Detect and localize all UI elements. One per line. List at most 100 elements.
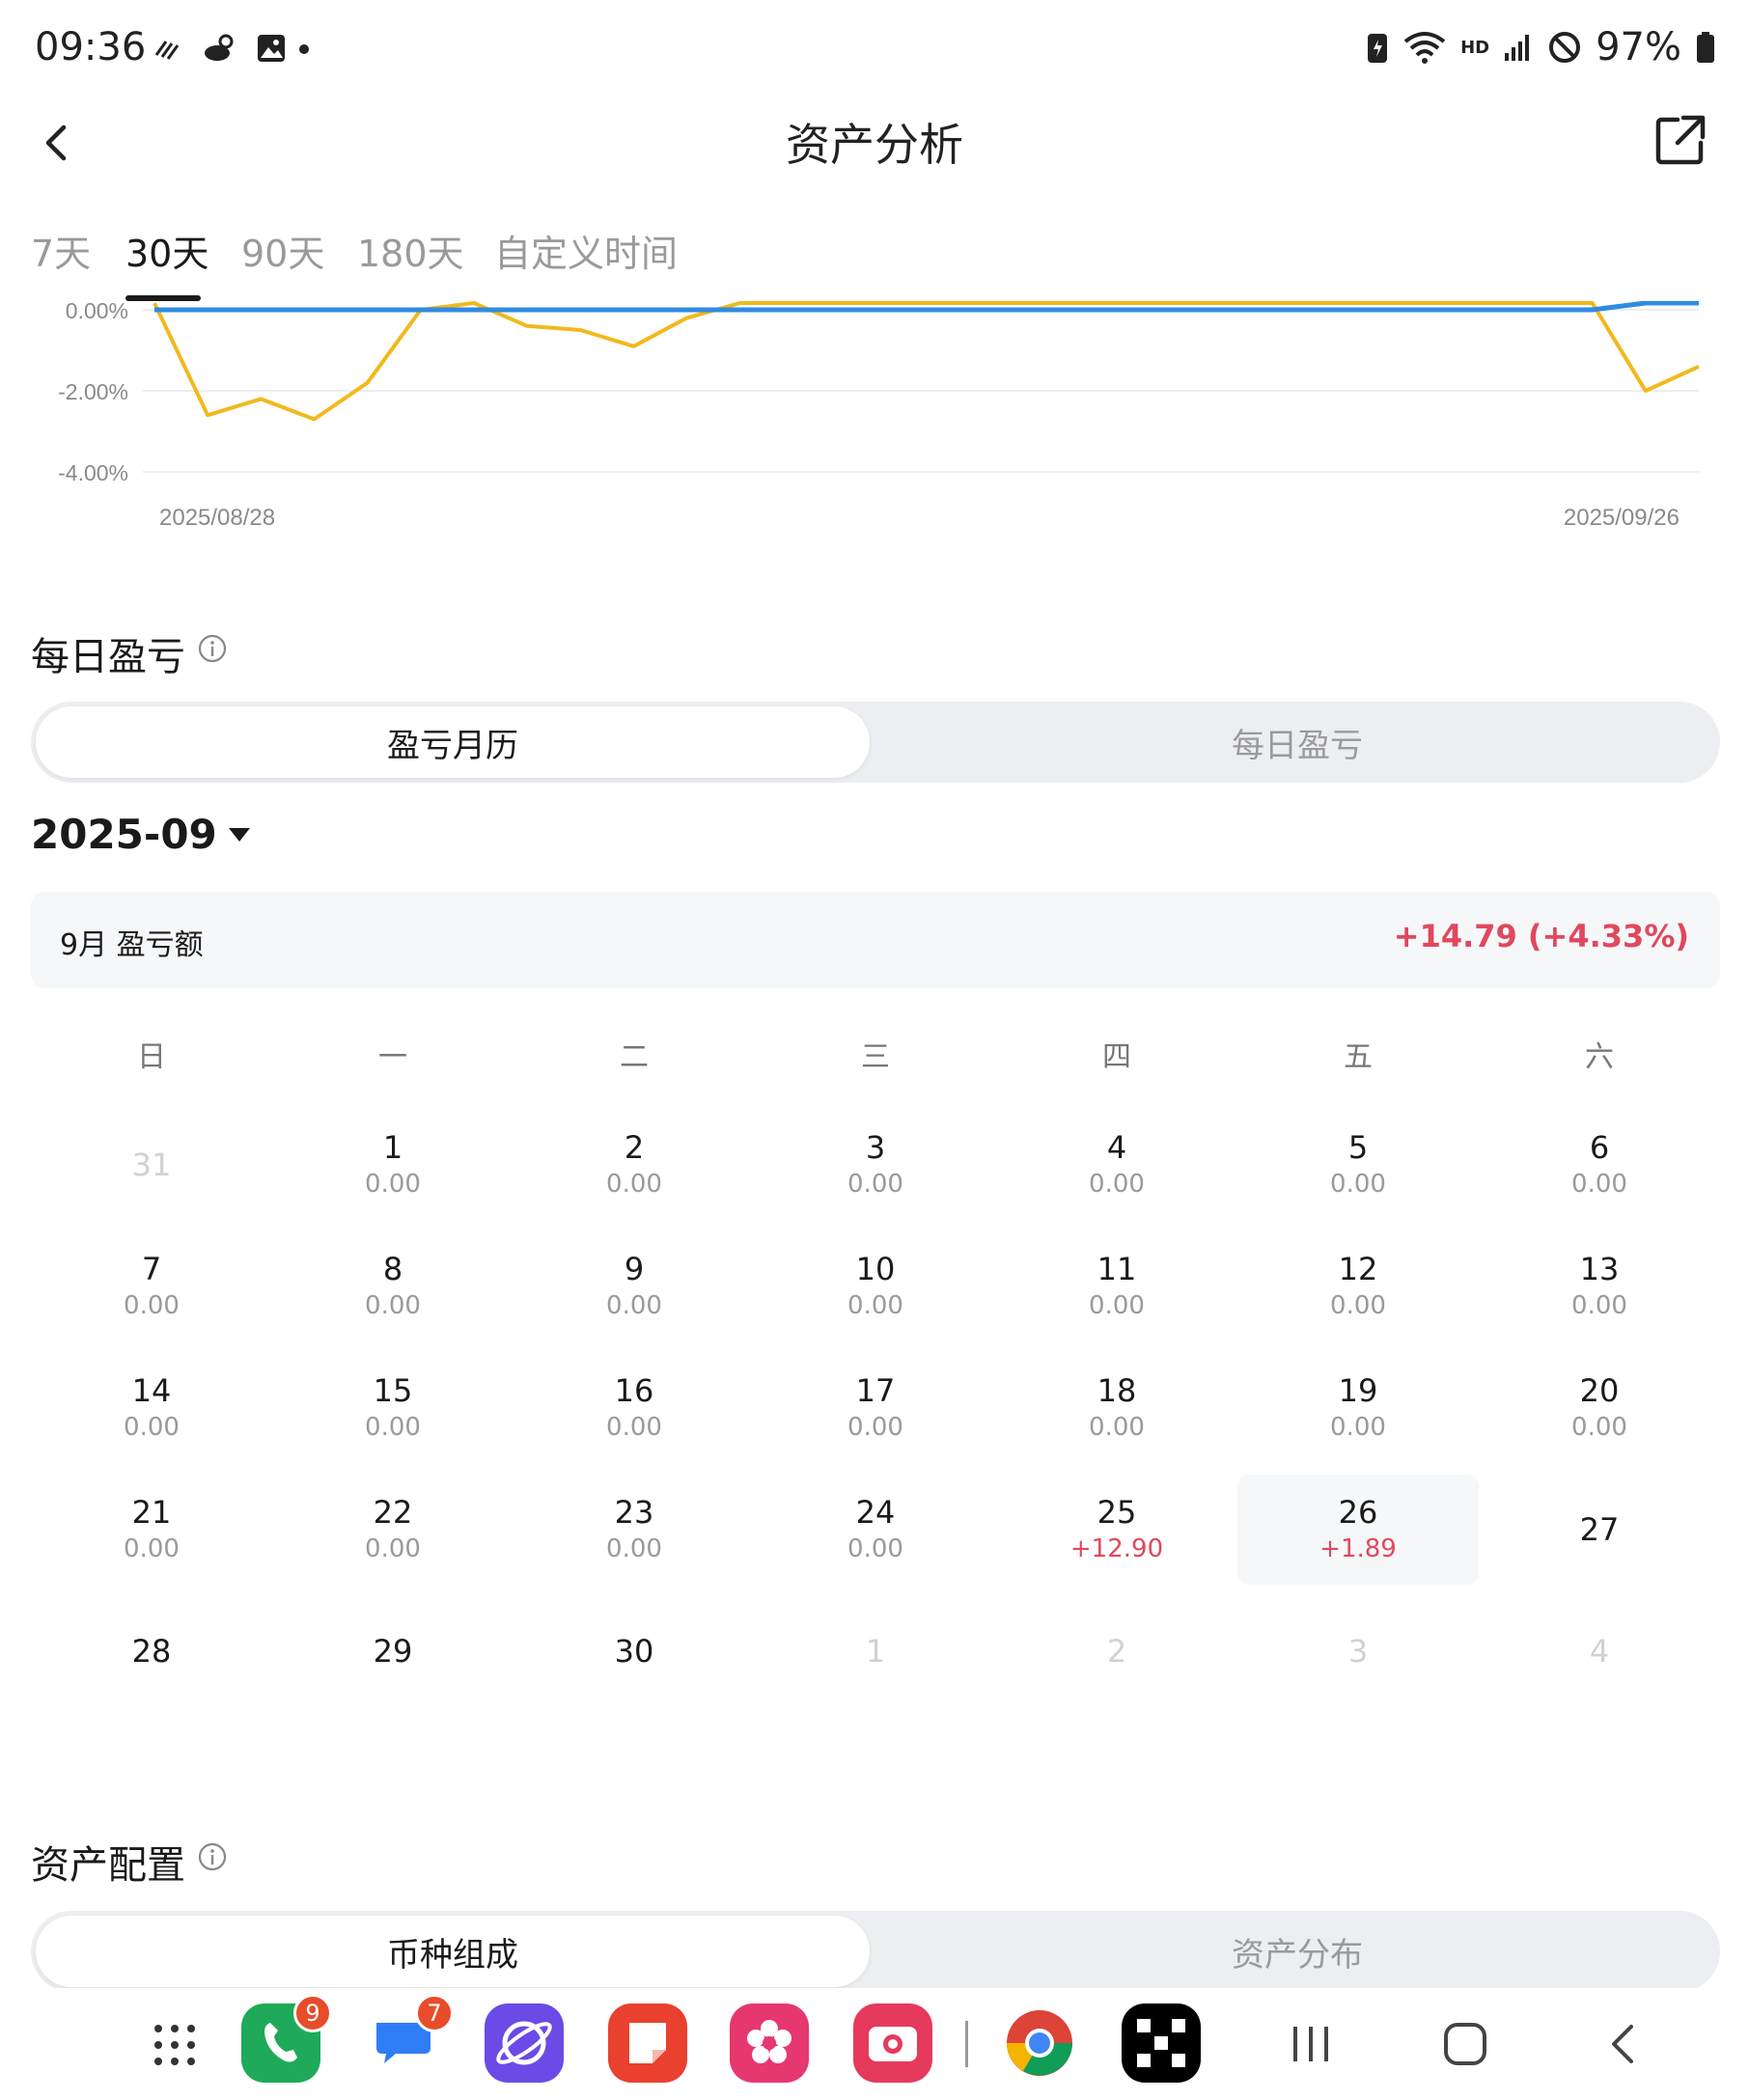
return-line-chart: 0.00% -2.00% -4.00% 2025/08/28 2025/09/26 <box>58 298 1700 531</box>
calendar-day-number: 3 <box>1347 1633 1369 1670</box>
calendar-day-cell[interactable]: 2 0.00 <box>514 1110 755 1220</box>
status-notification-icons <box>153 29 288 68</box>
planet-icon <box>496 2021 552 2065</box>
month-summary: 9月 盈亏额 +14.79 (+4.33%) <box>31 892 1720 988</box>
calendar-day-number: 24 <box>855 1494 896 1531</box>
okx-app-icon[interactable] <box>1122 2003 1201 2083</box>
recents-icon[interactable] <box>1290 2023 1332 2065</box>
calendar-day-pnl: 0.00 <box>365 1413 421 1442</box>
calendar-day-pnl: 0.00 <box>606 1534 662 1563</box>
calendar-day-cell: 3 <box>1237 1596 1479 1706</box>
chrome-app-icon[interactable] <box>1000 2003 1079 2083</box>
calendar-day-cell[interactable]: 7 0.00 <box>31 1231 272 1341</box>
notification-badge: 9 <box>293 1994 332 2032</box>
notes-app-icon[interactable] <box>608 2003 687 2083</box>
info-icon[interactable] <box>198 1842 227 1871</box>
calendar-day-number: 12 <box>1338 1251 1378 1287</box>
battery-percent: 97% <box>1596 25 1681 69</box>
summary-label: 9月 盈亏额 <box>60 928 204 962</box>
calendar-day-cell[interactable]: 24 0.00 <box>755 1475 996 1585</box>
calendar-day-cell[interactable]: 9 0.00 <box>514 1231 755 1341</box>
chart-y-tick-label: -2.00% <box>58 379 128 404</box>
calendar-day-cell[interactable]: 4 0.00 <box>996 1110 1237 1220</box>
calendar-day-number: 14 <box>131 1372 172 1409</box>
calendar-day-number: 27 <box>1579 1511 1620 1548</box>
segment-pnl-calendar[interactable]: 盈亏月历 <box>36 706 870 778</box>
calendar-day-number: 13 <box>1579 1251 1620 1287</box>
calendar-day-pnl: 0.00 <box>1089 1170 1145 1199</box>
calendar-day-number: 4 <box>1106 1129 1127 1166</box>
tab-custom-time[interactable]: 自定义时间 <box>494 224 678 277</box>
tab-30-days[interactable]: 30天 <box>125 224 208 277</box>
calendar-week-row: 28 29 30 1 2 3 4 <box>31 1596 1720 1718</box>
segment-daily-pnl[interactable]: 每日盈亏 <box>880 706 1714 778</box>
calendar-day-cell: 31 <box>31 1110 272 1220</box>
calendar-day-cell[interactable]: 15 0.00 <box>272 1353 514 1463</box>
wifi-icon <box>1403 32 1446 64</box>
calendar-day-cell[interactable]: 20 0.00 <box>1479 1353 1720 1463</box>
calendar-day-cell[interactable]: 21 0.00 <box>31 1475 272 1585</box>
calendar-day-pnl: +12.90 <box>1069 1534 1164 1563</box>
calendar-day-cell[interactable]: 29 <box>272 1596 514 1706</box>
calendar-day-number: 5 <box>1347 1129 1369 1166</box>
pnl-calendar: 31 1 0.00 2 0.00 3 0.00 4 0.00 5 0.00 6 0.00 7 0.00 8 0.… <box>31 1110 1720 1718</box>
calendar-day-number: 20 <box>1579 1372 1620 1409</box>
chart-x-start-label: 2025/08/28 <box>159 505 275 531</box>
app-drawer-icon[interactable] <box>153 2023 197 2067</box>
do-not-disturb-icon <box>1549 32 1581 63</box>
calendar-day-cell[interactable]: 27 <box>1479 1475 1720 1585</box>
calendar-day-pnl: 0.00 <box>365 1170 421 1199</box>
calendar-day-cell[interactable]: 12 0.00 <box>1237 1231 1479 1341</box>
calendar-day-cell[interactable]: 3 0.00 <box>755 1110 996 1220</box>
calendar-day-cell[interactable]: 8 0.00 <box>272 1231 514 1341</box>
camera-app-icon[interactable] <box>853 2003 932 2083</box>
home-icon[interactable] <box>1442 2021 1488 2067</box>
calendar-day-cell[interactable]: 19 0.00 <box>1237 1353 1479 1463</box>
calendar-day-cell[interactable]: 10 0.00 <box>755 1231 996 1341</box>
weekday-label: 三 <box>861 1040 890 1074</box>
app-header: 资产分析 <box>0 97 1749 203</box>
calendar-day-cell[interactable]: 14 0.00 <box>31 1353 272 1463</box>
calendar-day-cell[interactable]: 23 0.00 <box>514 1475 755 1585</box>
segment-currency-composition[interactable]: 币种组成 <box>36 1916 870 1987</box>
tab-7-days[interactable]: 7天 <box>31 224 91 277</box>
messages-app-icon[interactable]: 7 <box>363 1994 454 2083</box>
segment-asset-distribution[interactable]: 资产分布 <box>880 1916 1714 1987</box>
calendar-day-cell[interactable]: 5 0.00 <box>1237 1110 1479 1220</box>
tab-90-days[interactable]: 90天 <box>241 224 324 277</box>
month-picker[interactable]: 2025-09 <box>31 811 250 858</box>
back-icon[interactable] <box>1602 2021 1645 2067</box>
calendar-day-number: 8 <box>382 1251 403 1287</box>
calendar-day-pnl: 0.00 <box>606 1413 662 1442</box>
internet-app-icon[interactable] <box>485 2003 564 2083</box>
calendar-day-cell[interactable]: 22 0.00 <box>272 1475 514 1585</box>
flower-icon <box>747 2020 791 2063</box>
calendar-day-cell[interactable]: 13 0.00 <box>1479 1231 1720 1341</box>
calendar-day-pnl: +1.89 <box>1319 1534 1397 1563</box>
calendar-day-cell[interactable]: 11 0.00 <box>996 1231 1237 1341</box>
chart-y-tick-label: 0.00% <box>66 301 128 323</box>
info-icon[interactable] <box>198 634 227 663</box>
calendar-day-cell[interactable]: 30 <box>514 1596 755 1706</box>
calendar-day-cell[interactable]: 25 +12.90 <box>996 1475 1237 1585</box>
calendar-day-number: 19 <box>1338 1372 1378 1409</box>
calendar-day-cell[interactable]: 1 0.00 <box>272 1110 514 1220</box>
calendar-day-cell[interactable]: 6 0.00 <box>1479 1110 1720 1220</box>
status-bar: 09:36 HD 97% <box>0 0 1749 97</box>
calendar-day-cell[interactable]: 16 0.00 <box>514 1353 755 1463</box>
calendar-day-pnl: 0.00 <box>124 1534 180 1563</box>
calendar-day-cell[interactable]: 18 0.00 <box>996 1353 1237 1463</box>
sync-data-icon <box>154 41 180 60</box>
calendar-day-number: 9 <box>624 1251 645 1287</box>
calendar-day-cell[interactable]: 28 <box>31 1596 272 1706</box>
weekday-label: 四 <box>1102 1040 1131 1074</box>
tab-180-days[interactable]: 180天 <box>357 224 464 277</box>
share-button[interactable] <box>1651 110 1710 170</box>
calendar-day-cell[interactable]: 26 +1.89 <box>1237 1475 1479 1585</box>
caret-down-icon <box>228 827 250 842</box>
calendar-day-cell[interactable]: 17 0.00 <box>755 1353 996 1463</box>
phone-app-icon[interactable]: 9 <box>241 1994 332 2083</box>
gallery-app-icon[interactable] <box>730 2003 809 2083</box>
calendar-day-pnl: 0.00 <box>1571 1170 1627 1199</box>
calendar-day-number: 10 <box>855 1251 896 1287</box>
